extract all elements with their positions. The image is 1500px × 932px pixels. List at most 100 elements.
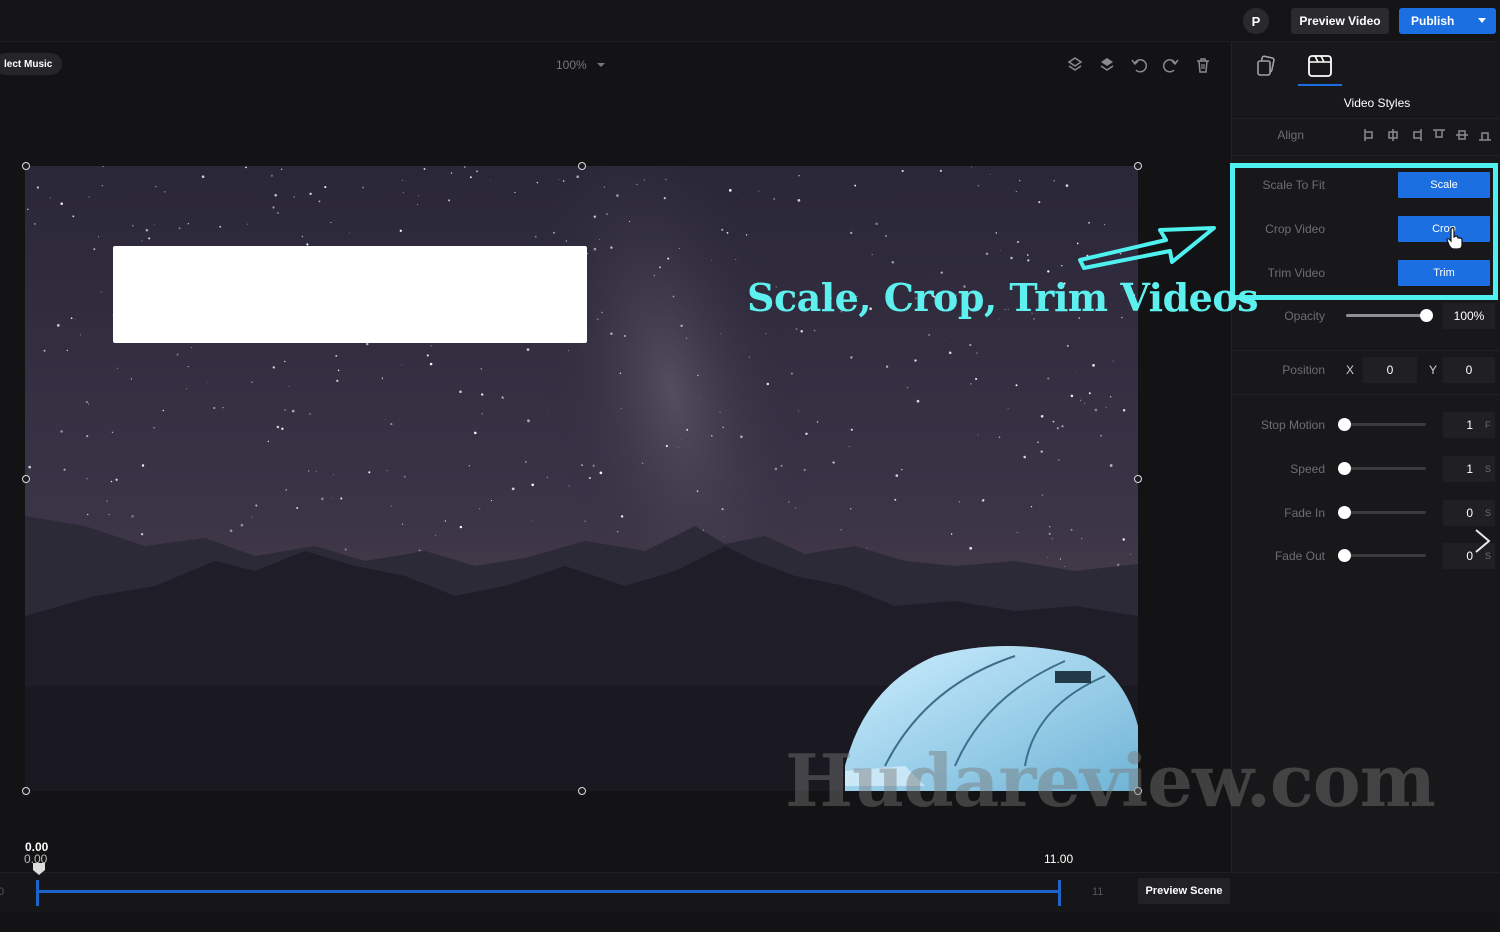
star [335, 354, 338, 357]
speed-slider-knob[interactable] [1338, 462, 1351, 475]
timeline-track[interactable] [38, 890, 1060, 893]
star [711, 434, 713, 437]
align-top-icon[interactable] [1432, 128, 1446, 142]
star [276, 211, 280, 215]
star [333, 474, 334, 476]
publish-button[interactable]: Publish [1399, 8, 1496, 34]
star [490, 500, 493, 502]
star [653, 274, 656, 277]
select-music-button[interactable]: lect Music [0, 53, 63, 75]
star [1038, 201, 1041, 204]
align-left-icon[interactable] [1363, 128, 1377, 142]
stop-motion-slider-knob[interactable] [1338, 418, 1351, 431]
align-center-v-icon[interactable] [1455, 128, 1469, 142]
layer-up-icon[interactable] [1066, 56, 1084, 74]
star [702, 529, 704, 531]
position-x-input[interactable]: 0 [1363, 357, 1417, 383]
preview-video-button[interactable]: Preview Video [1291, 8, 1389, 34]
video-styles-icon[interactable] [1306, 52, 1334, 80]
trash-icon[interactable] [1194, 56, 1212, 74]
opacity-slider[interactable] [1346, 309, 1433, 322]
scale-button[interactable]: Scale [1398, 172, 1490, 198]
fade-out-slider[interactable] [1338, 549, 1426, 562]
avatar[interactable]: P [1243, 8, 1269, 34]
divider [1231, 350, 1500, 351]
crop-button[interactable]: Crop [1398, 216, 1490, 242]
align-bottom-icon[interactable] [1478, 128, 1492, 142]
star [272, 366, 275, 369]
playhead-icon[interactable] [32, 862, 46, 876]
star [1065, 184, 1069, 187]
star [866, 547, 868, 549]
star [977, 434, 979, 436]
divider [1231, 394, 1500, 395]
star [1040, 414, 1044, 418]
star [280, 168, 283, 171]
resize-handle-bottom[interactable] [578, 787, 586, 795]
star [401, 364, 403, 366]
star [481, 413, 483, 415]
fade-in-slider[interactable] [1338, 506, 1426, 519]
star [1015, 384, 1018, 387]
star [401, 179, 404, 181]
star [914, 359, 917, 362]
star [1051, 538, 1054, 540]
trim-handle-end[interactable] [1058, 880, 1061, 906]
star [939, 169, 943, 173]
stop-motion-slider[interactable] [1338, 418, 1426, 431]
fade-in-slider-knob[interactable] [1338, 506, 1351, 519]
speed-slider[interactable] [1338, 462, 1426, 475]
position-y-input[interactable]: 0 [1443, 357, 1495, 383]
align-right-icon[interactable] [1409, 128, 1423, 142]
star [536, 181, 539, 184]
resize-handle-right[interactable] [1134, 475, 1142, 483]
fade-out-label: Fade Out [1274, 549, 1325, 563]
star [28, 465, 32, 469]
preview-scene-button[interactable]: Preview Scene [1138, 878, 1230, 904]
star [726, 232, 729, 234]
opacity-slider-knob[interactable] [1420, 309, 1433, 322]
chevron-right-icon[interactable] [1472, 528, 1494, 559]
chevron-down-icon[interactable] [1478, 18, 1486, 23]
align-center-h-icon[interactable] [1386, 128, 1400, 142]
star [284, 360, 286, 363]
star [463, 166, 466, 168]
trim-handle-start[interactable] [36, 880, 39, 906]
star [33, 222, 36, 225]
star [187, 365, 189, 368]
opacity-slider-fill [1346, 314, 1426, 317]
resize-handle-bottom-left[interactable] [22, 787, 30, 795]
star [686, 428, 689, 431]
fade-out-slider-knob[interactable] [1338, 549, 1351, 562]
opacity-value[interactable]: 100% [1443, 303, 1495, 329]
star [430, 344, 432, 347]
resize-handle-top-right[interactable] [1134, 162, 1142, 170]
zoom-dropdown[interactable]: 100% [556, 58, 605, 72]
layers-icon[interactable] [1252, 52, 1280, 80]
resize-handle-top-left[interactable] [22, 162, 30, 170]
layer-down-icon[interactable] [1098, 56, 1116, 74]
star [1083, 402, 1085, 404]
star [588, 476, 591, 480]
star [131, 514, 134, 518]
trim-button[interactable]: Trim [1398, 260, 1490, 286]
redo-icon[interactable] [1162, 56, 1180, 74]
star [798, 410, 800, 412]
star [301, 235, 304, 238]
star [576, 175, 580, 179]
star [1019, 179, 1021, 182]
star [100, 291, 102, 293]
star [1027, 254, 1029, 256]
star [780, 464, 783, 468]
text-placeholder-box[interactable] [113, 246, 587, 343]
star [593, 215, 596, 218]
resize-handle-left[interactable] [22, 475, 30, 483]
star [603, 186, 605, 188]
undo-icon[interactable] [1130, 56, 1148, 74]
star [699, 396, 701, 398]
star [176, 353, 179, 356]
resize-handle-top[interactable] [578, 162, 586, 170]
video-canvas[interactable] [25, 166, 1138, 791]
star [1040, 450, 1043, 453]
star [56, 324, 60, 327]
